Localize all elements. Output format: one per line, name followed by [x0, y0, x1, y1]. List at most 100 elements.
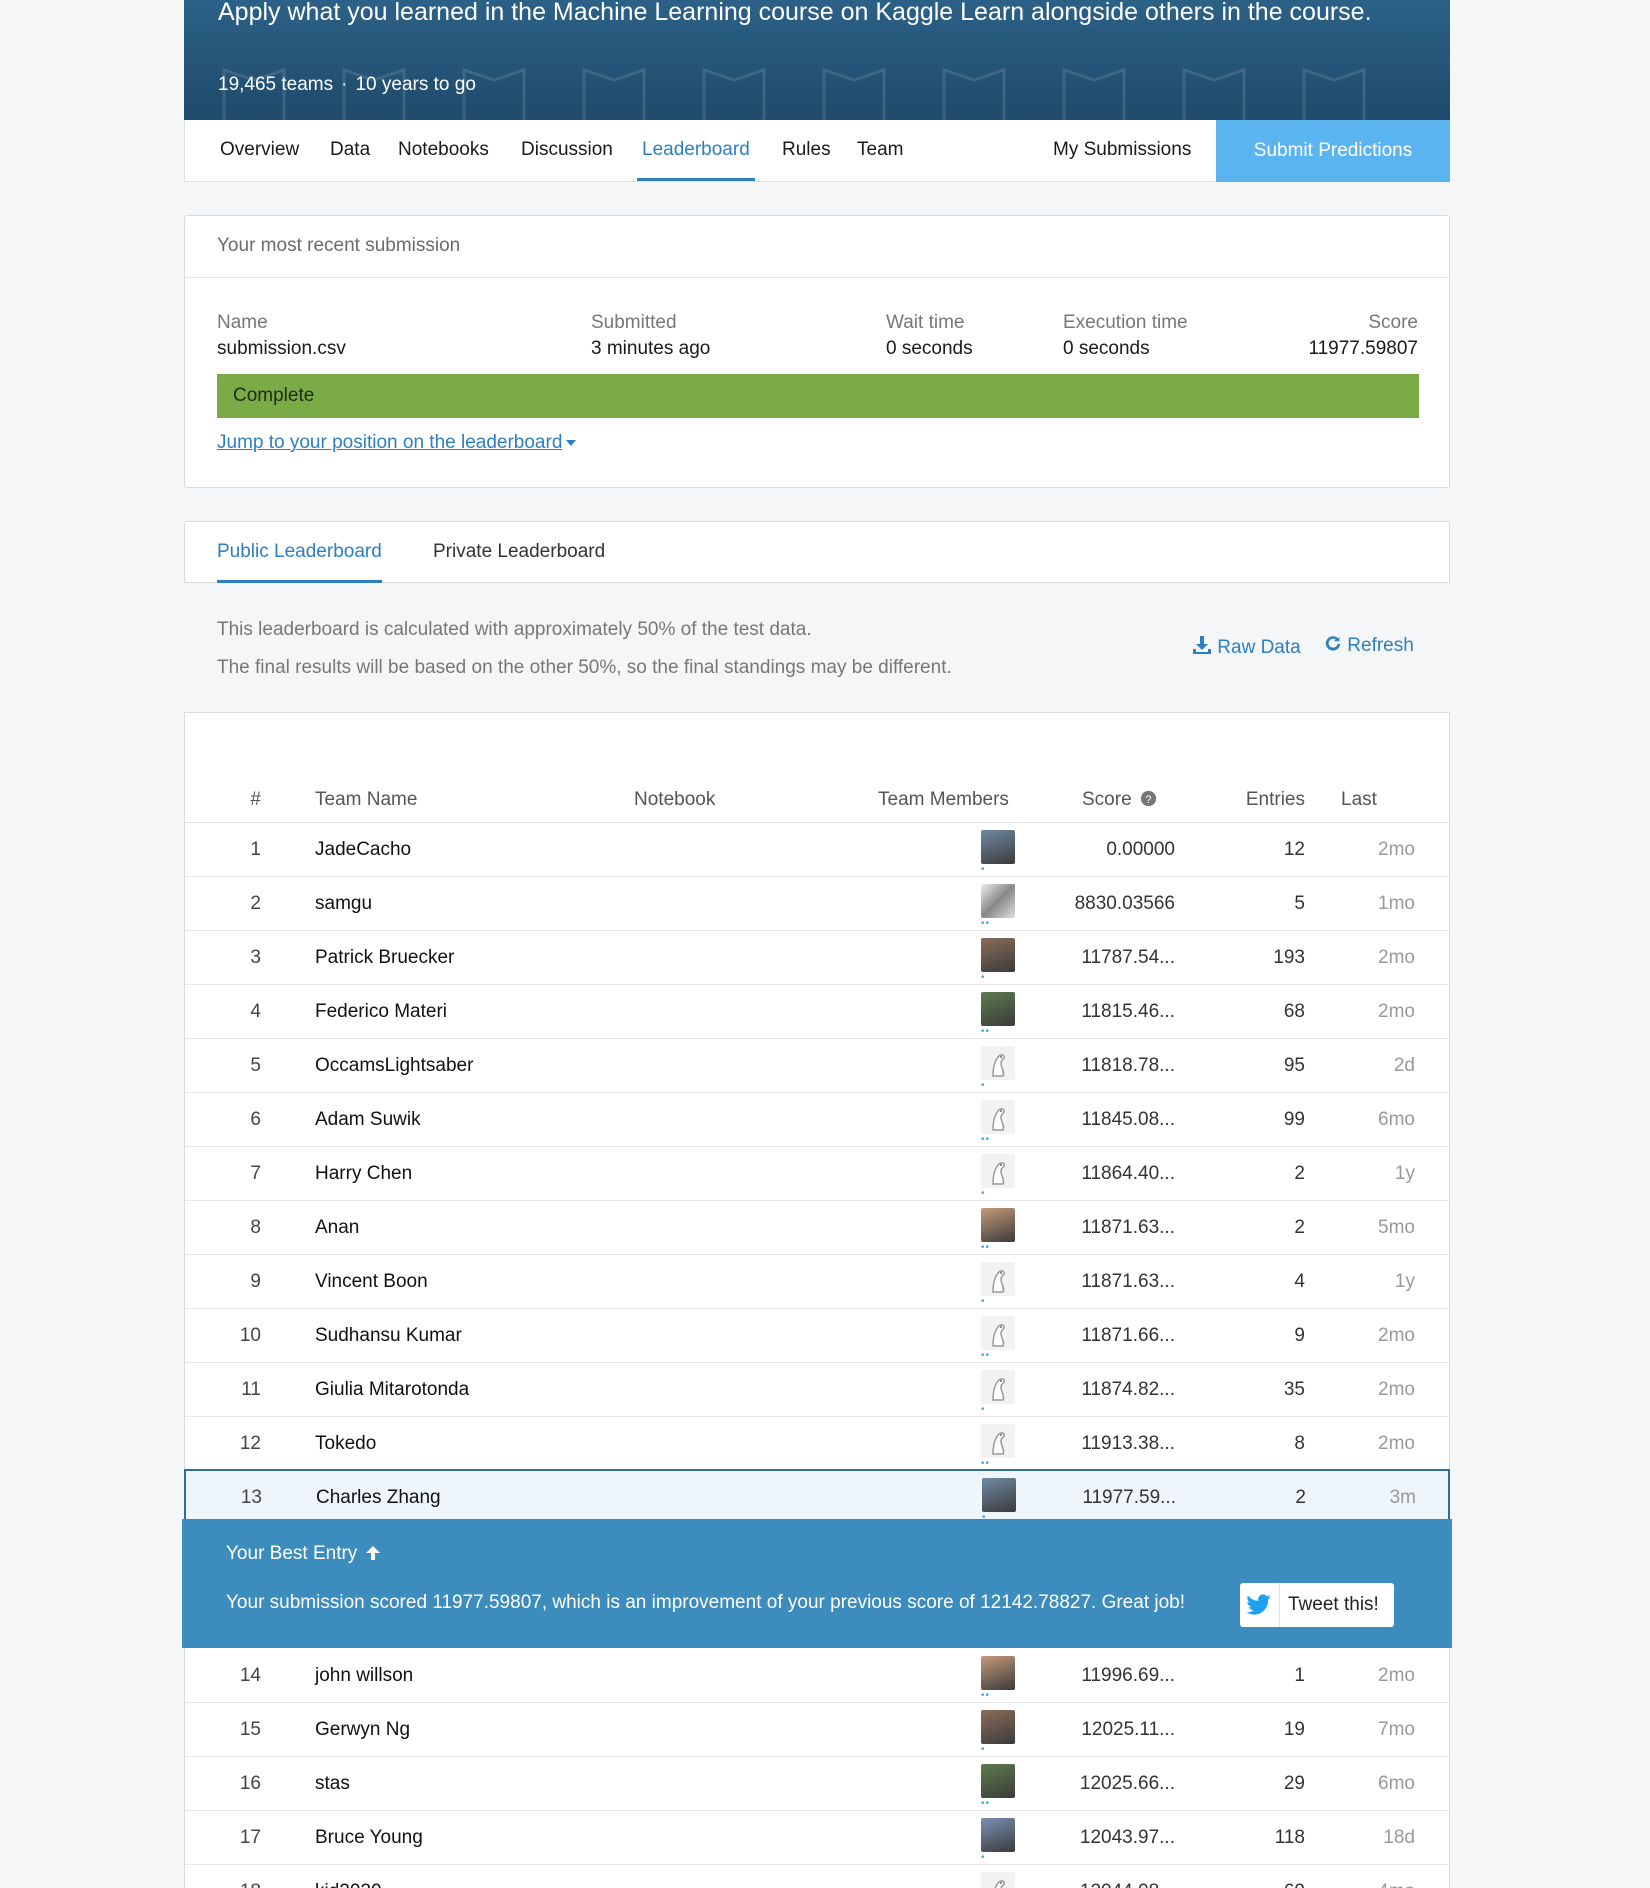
- submitted-label: Submitted: [591, 312, 677, 333]
- avatar[interactable]: [981, 1262, 1015, 1296]
- team-name-cell[interactable]: Harry Chen: [315, 1147, 412, 1201]
- avatar[interactable]: [981, 1046, 1015, 1080]
- last-submission-cell: 2d: [1393, 1055, 1415, 1076]
- last-submission-cell: 1y: [1394, 1163, 1415, 1184]
- last-submission-cell: 5mo: [1378, 1217, 1415, 1238]
- team-name-cell[interactable]: samgu: [315, 877, 372, 931]
- team-name-cell[interactable]: Bruce Young: [315, 1811, 423, 1865]
- tab-public-leaderboard[interactable]: Public Leaderboard: [217, 522, 382, 583]
- avatar[interactable]: [981, 1764, 1015, 1798]
- team-name-cell[interactable]: Sudhansu Kumar: [315, 1309, 462, 1363]
- team-name-cell[interactable]: Adam Suwik: [315, 1093, 421, 1147]
- tier-dots-icon: ••: [981, 1242, 991, 1253]
- tier-dots-icon: ••: [981, 1350, 991, 1361]
- table-row[interactable]: 15 Gerwyn Ng • 12025.11... 19 7mo: [185, 1703, 1449, 1757]
- last-submission-cell: 2mo: [1378, 1433, 1415, 1454]
- tab-notebooks[interactable]: Notebooks: [398, 120, 489, 181]
- table-row[interactable]: 4 Federico Materi •• 11815.46... 68 2mo: [185, 985, 1449, 1039]
- submission-filename: submission.csv: [217, 338, 346, 359]
- team-name-cell[interactable]: Giulia Mitarotonda: [315, 1363, 469, 1417]
- avatar[interactable]: [981, 884, 1015, 918]
- team-name-cell[interactable]: john willson: [315, 1649, 413, 1703]
- score-cell: 12044.08...: [1045, 1865, 1175, 1888]
- tab-discussion[interactable]: Discussion: [521, 120, 613, 181]
- team-name-cell[interactable]: Gerwyn Ng: [315, 1703, 410, 1757]
- table-row[interactable]: 7 Harry Chen • 11864.40... 2 1y: [185, 1147, 1449, 1201]
- table-row[interactable]: 16 stas •• 12025.66... 29 6mo: [185, 1757, 1449, 1811]
- table-row[interactable]: 18kid2020••12044.08...694mo: [185, 1865, 1449, 1888]
- tab-rules[interactable]: Rules: [782, 120, 831, 181]
- table-row[interactable]: 11 Giulia Mitarotonda • 11874.82... 35 2mo: [185, 1363, 1449, 1417]
- execution-time-col: Execution time 0 seconds: [1063, 312, 1188, 360]
- table-row-current-user[interactable]: 13 Charles Zhang • 11977.59... 2 3m: [184, 1469, 1450, 1523]
- tab-private-leaderboard[interactable]: Private Leaderboard: [433, 522, 605, 583]
- avatar[interactable]: [981, 1424, 1015, 1458]
- table-row[interactable]: 10 Sudhansu Kumar •• 11871.66... 9 2mo: [185, 1309, 1449, 1363]
- jump-to-position-link[interactable]: Jump to your position on the leaderboard: [217, 432, 577, 454]
- entries-cell: 2: [1295, 1487, 1306, 1508]
- last-submission-cell: 1mo: [1378, 893, 1415, 914]
- tab-leaderboard[interactable]: Leaderboard: [637, 120, 755, 181]
- team-name-cell[interactable]: Federico Materi: [315, 985, 447, 1039]
- table-row[interactable]: 9 Vincent Boon • 11871.63... 4 1y: [185, 1255, 1449, 1309]
- avatar[interactable]: [981, 1872, 1015, 1888]
- team-name-cell[interactable]: Charles Zhang: [316, 1471, 441, 1525]
- leaderboard-info: This leaderboard is calculated with appr…: [184, 600, 1450, 690]
- avatar[interactable]: [981, 1710, 1015, 1744]
- score-cell: 11845.08...: [1081, 1109, 1175, 1130]
- refresh-button[interactable]: Refresh: [1324, 635, 1414, 657]
- tweet-button[interactable]: Tweet this!: [1240, 1583, 1394, 1627]
- score-label: Score: [1368, 312, 1418, 333]
- team-name-cell[interactable]: OccamsLightsaber: [315, 1039, 473, 1093]
- table-row[interactable]: 3 Patrick Bruecker • 11787.54... 193 2mo: [185, 931, 1449, 985]
- table-row[interactable]: 12 Tokedo •• 11913.38... 8 2mo: [185, 1417, 1449, 1471]
- raw-data-label: Raw Data: [1217, 637, 1301, 658]
- table-row[interactable]: 17 Bruce Young • 12043.97... 118 18d: [185, 1811, 1449, 1865]
- table-row[interactable]: 8 Anan •• 11871.63... 2 5mo: [185, 1201, 1449, 1255]
- best-entry-banner: Your Best Entry Your submission scored 1…: [182, 1519, 1452, 1648]
- tab-team[interactable]: Team: [857, 120, 903, 181]
- last-submission-cell: 2mo: [1378, 1325, 1415, 1346]
- avatar[interactable]: [981, 938, 1015, 972]
- avatar[interactable]: [981, 1656, 1015, 1690]
- avatar[interactable]: [981, 1154, 1015, 1188]
- table-row[interactable]: 14 john willson •• 11996.69... 1 2mo: [185, 1649, 1449, 1703]
- avatar[interactable]: [981, 992, 1015, 1026]
- last-submission-cell: 7mo: [1378, 1719, 1415, 1740]
- avatar[interactable]: [981, 830, 1015, 864]
- avatar[interactable]: [981, 1208, 1015, 1242]
- team-name-cell[interactable]: kid2020: [315, 1865, 382, 1888]
- submit-predictions-button[interactable]: Submit Predictions: [1216, 120, 1450, 182]
- wait-time-label: Wait time: [886, 312, 965, 333]
- score-value: 11977.59807: [1308, 338, 1418, 359]
- rank-cell: 14: [239, 1665, 261, 1686]
- team-name-cell[interactable]: Patrick Bruecker: [315, 931, 454, 985]
- table-row[interactable]: 6 Adam Suwik •• 11845.08... 99 6mo: [185, 1093, 1449, 1147]
- avatar[interactable]: [982, 1478, 1016, 1512]
- table-row[interactable]: 1 JadeCacho • 0.00000 12 2mo: [185, 823, 1449, 877]
- rank-cell: 16: [239, 1773, 261, 1794]
- team-name-cell[interactable]: JadeCacho: [315, 823, 411, 877]
- competition-banner: Apply what you learned in the Machine Le…: [184, 0, 1450, 120]
- team-name-cell[interactable]: Anan: [315, 1201, 359, 1255]
- avatar[interactable]: [981, 1818, 1015, 1852]
- entries-cell: 2: [1294, 1163, 1305, 1184]
- team-name-cell[interactable]: Tokedo: [315, 1417, 376, 1471]
- team-name-cell[interactable]: Vincent Boon: [315, 1255, 428, 1309]
- my-submissions-link[interactable]: My Submissions: [1053, 120, 1191, 181]
- tab-data[interactable]: Data: [330, 120, 370, 181]
- team-name-cell[interactable]: stas: [315, 1757, 350, 1811]
- raw-data-button[interactable]: Raw Data: [1192, 635, 1301, 659]
- twitter-icon: [1240, 1583, 1280, 1627]
- table-row[interactable]: 5 OccamsLightsaber • 11818.78... 95 2d: [185, 1039, 1449, 1093]
- score-cell: 12043.97...: [1079, 1827, 1175, 1848]
- avatar[interactable]: [981, 1316, 1015, 1350]
- tab-overview[interactable]: Overview: [220, 120, 299, 181]
- execution-time-label: Execution time: [1063, 312, 1188, 333]
- avatar[interactable]: [981, 1100, 1015, 1134]
- table-row[interactable]: 2 samgu •• 8830.03566 5 1mo: [185, 877, 1449, 931]
- avatar[interactable]: [981, 1370, 1015, 1404]
- tier-dots-icon: •: [981, 1852, 986, 1863]
- best-entry-message: Your submission scored 11977.59807, whic…: [226, 1592, 1186, 1613]
- help-icon[interactable]: ?: [1140, 790, 1157, 807]
